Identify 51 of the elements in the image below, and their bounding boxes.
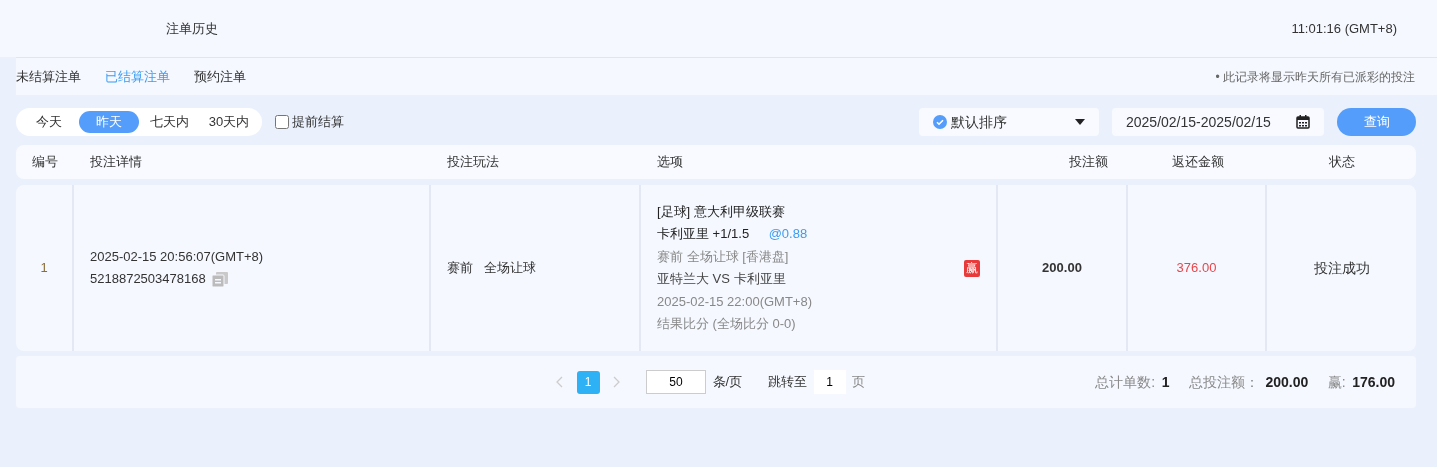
market-text: 赛前 全场让球 [香港盘] (657, 247, 790, 266)
prev-page-icon[interactable] (556, 376, 564, 388)
sort-dropdown[interactable]: 默认排序 (919, 108, 1099, 136)
column-header: 选项 (657, 154, 683, 170)
summary-value: 176.00 (1352, 372, 1395, 392)
stake-amount: 200.00 (1042, 259, 1082, 278)
check-circle-icon (933, 115, 947, 129)
jump-unit: 页 (852, 373, 866, 392)
next-page-icon[interactable] (612, 376, 620, 388)
column-header: 投注详情 (90, 154, 142, 170)
match-text: 亚特兰大 VS 卡利亚里 (657, 270, 787, 288)
column-header: 状态 (1328, 154, 1355, 170)
status-text: 投注成功 (1313, 258, 1370, 278)
bet-time: 2025-02-15 20:56:07(GMT+8) (90, 248, 264, 266)
tab[interactable]: 预约注单 (194, 66, 246, 87)
win-tag: 赢 (964, 259, 980, 277)
tab[interactable]: 未结算注单 (16, 66, 81, 87)
return-amount: 376.00 (1176, 259, 1217, 278)
pick-text: 卡利亚里 +1/1.5 (657, 226, 750, 241)
checkbox-label: 提前结算 (292, 113, 345, 132)
page-title: 注单历史 (166, 19, 218, 38)
table-cell-text: 1 (40, 259, 48, 278)
date-range-field[interactable]: 2025/02/15-2025/02/15 (1112, 108, 1324, 136)
page-jump-field[interactable]: 1 (813, 370, 846, 394)
period-tab[interactable]: 七天内 (139, 111, 199, 133)
page-size-unit: 条/页 (712, 373, 743, 392)
caret-icon (1075, 119, 1085, 125)
jump-label: 跳转至 (768, 373, 808, 392)
summary-value: 1 (1161, 372, 1170, 392)
result-score: 结果比分 (全场比分 0-0) (657, 315, 797, 333)
column-header: 返还金额 (1171, 154, 1224, 170)
summary-value: 200.00 (1265, 372, 1309, 392)
clock-time: 11:01:16 (GMT+8) (1291, 19, 1397, 38)
odds-text: @0.88 (768, 226, 808, 241)
league-name: [足球] 意大利甲级联赛 (657, 202, 786, 221)
column-header: 编号 (32, 154, 58, 170)
bet-id: 5218872503478168 (90, 270, 206, 288)
early-settle-checkbox[interactable] (275, 115, 289, 129)
column-header: 投注玩法 (447, 154, 499, 170)
summary-label: 赢: (1327, 372, 1346, 392)
period-tab[interactable]: 今天 (19, 111, 79, 133)
bet-type: 赛前 全场让球 (447, 259, 536, 278)
copy-icon[interactable] (212, 271, 229, 287)
page-size-field[interactable]: 50 (646, 370, 706, 394)
period-tab[interactable]: 30天内 (199, 111, 259, 133)
notice-text: • 此记录将显示昨天所有已派彩的投注 (1215, 68, 1415, 86)
summary-label: 总投注额： (1188, 372, 1259, 392)
calendar-icon (1296, 115, 1310, 129)
column-header: 投注额 (1069, 154, 1108, 170)
kickoff-time: 2025-02-15 22:00(GMT+8) (657, 292, 813, 311)
summary-label: 总计单数: (1095, 372, 1156, 392)
